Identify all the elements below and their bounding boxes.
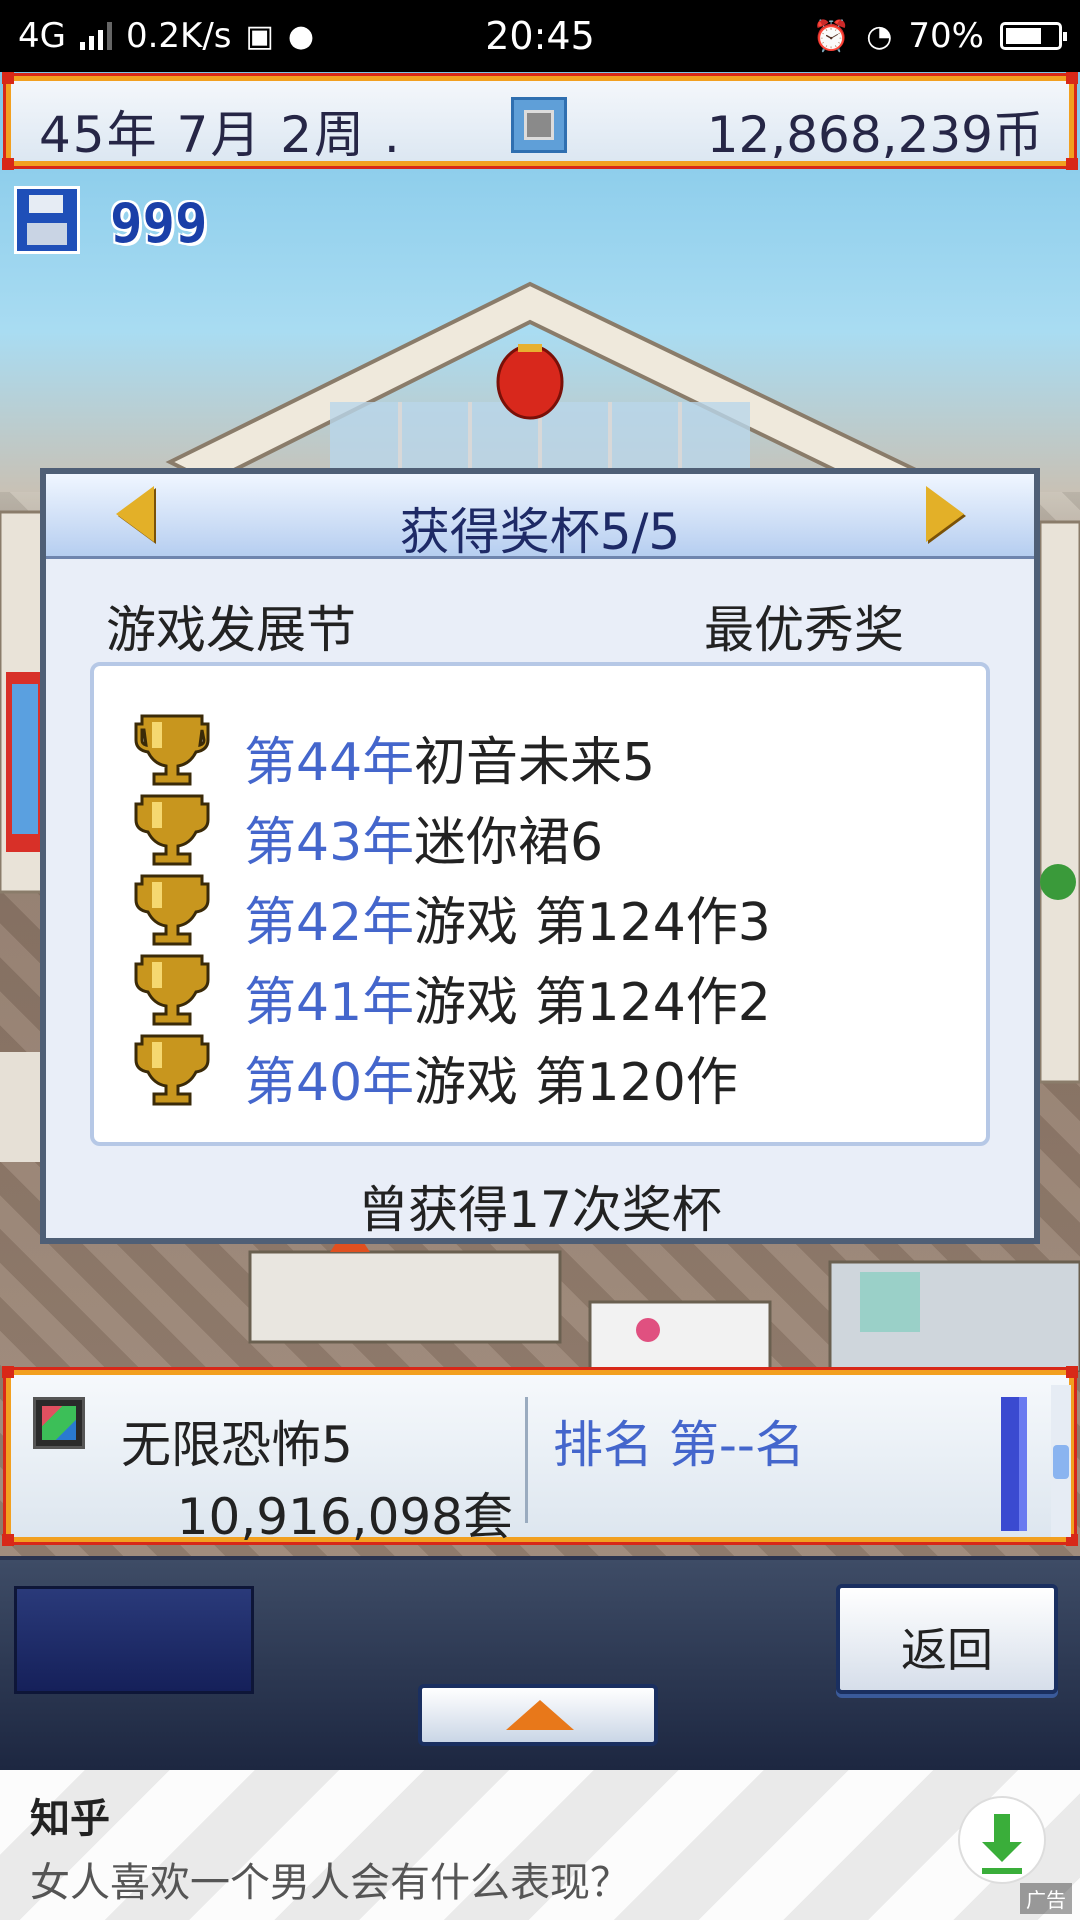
- money-counter: 12,868,239币: [706, 106, 1043, 164]
- award-year: 第43年: [244, 813, 415, 873]
- award-game: 迷你裙6: [414, 813, 604, 873]
- game-cover-icon: [33, 1397, 85, 1449]
- control-panel: 返回: [0, 1556, 1080, 1774]
- award-game: 游戏 第120作: [414, 1053, 738, 1113]
- menu-icon[interactable]: [511, 97, 567, 153]
- trophy-icon: [134, 794, 210, 866]
- ad-brand: 知乎: [30, 1796, 110, 1842]
- divider: [525, 1397, 528, 1523]
- sales-gauge: [1001, 1397, 1027, 1531]
- list-item: 第41年 游戏 第124作2: [134, 950, 954, 1033]
- floppy-disk-icon: [14, 186, 80, 254]
- award-dialog: 获得奖杯5/5 游戏发展节 最优秀奖 第44年 初音未来5 第43年 迷你裙6: [40, 468, 1040, 1244]
- download-icon[interactable]: [958, 1796, 1046, 1884]
- alarm-icon: ⏰: [812, 18, 851, 54]
- game-sales: 10,916,098套: [176, 1488, 513, 1546]
- dialog-title: 获得奖杯5/5: [399, 503, 681, 561]
- ad-tag: 广告: [1020, 1883, 1072, 1914]
- scrollbar-thumb[interactable]: [1053, 1445, 1069, 1479]
- award-game: 初音未来5: [414, 733, 656, 793]
- total-trophies: 曾获得17次奖杯: [358, 1181, 722, 1239]
- dialog-header: 获得奖杯5/5: [46, 474, 1034, 561]
- award-year: 第44年: [244, 733, 415, 793]
- award-game: 游戏 第124作2: [414, 973, 771, 1033]
- trophy-icon: [134, 714, 210, 786]
- award-year: 第40年: [244, 1053, 415, 1113]
- trophy-icon: [134, 1034, 210, 1106]
- ad-banner[interactable]: 知乎 女人喜欢一个男人会有什么表现？ 广告: [0, 1770, 1080, 1920]
- back-button[interactable]: 返回: [836, 1584, 1058, 1694]
- award-game: 游戏 第124作3: [414, 893, 771, 953]
- status-bar: 4G 0.2K/s ▣ ● 20:45 ⏰ ◔ 70%: [0, 0, 1080, 72]
- award-year: 第42年: [244, 893, 415, 953]
- battery-icon: [1000, 22, 1067, 50]
- empty-slot-button[interactable]: [14, 1586, 254, 1694]
- trophy-icon: [134, 874, 210, 946]
- disk-count: 999: [110, 192, 208, 255]
- expand-up-button[interactable]: [418, 1684, 658, 1746]
- list-item: 第44年 初音未来5: [134, 710, 954, 793]
- list-item: 第40年 游戏 第120作: [134, 1030, 954, 1113]
- award-name: 最优秀奖: [704, 601, 904, 659]
- back-button-label: 返回: [901, 1623, 993, 1677]
- ad-question: 女人喜欢一个男人会有什么表现？: [30, 1860, 630, 1906]
- list-item: 第43年 迷你裙6: [134, 790, 954, 873]
- next-arrow-icon[interactable]: [926, 486, 964, 542]
- game-rank: 排名 第--名: [553, 1416, 805, 1474]
- wifi-icon: ◔: [866, 18, 893, 54]
- game-info-bar[interactable]: 无限恐怖5 10,916,098套 排名 第--名: [2, 1366, 1078, 1546]
- festival-name: 游戏发展节: [106, 601, 356, 659]
- battery-percent: 70%: [908, 16, 984, 56]
- award-list: 第44年 初音未来5 第43年 迷你裙6 第42年 游戏 第124作3 第41年…: [90, 662, 990, 1146]
- top-status-bar: 45年 7月 2周 . 12,868,239币: [2, 72, 1078, 170]
- trophy-icon: [134, 954, 210, 1026]
- award-year: 第41年: [244, 973, 415, 1033]
- scrollbar[interactable]: [1051, 1385, 1071, 1537]
- game-title: 无限恐怖5: [121, 1416, 353, 1474]
- game-date: 45年 7月 2周 .: [39, 106, 402, 164]
- list-item: 第42年 游戏 第124作3: [134, 870, 954, 953]
